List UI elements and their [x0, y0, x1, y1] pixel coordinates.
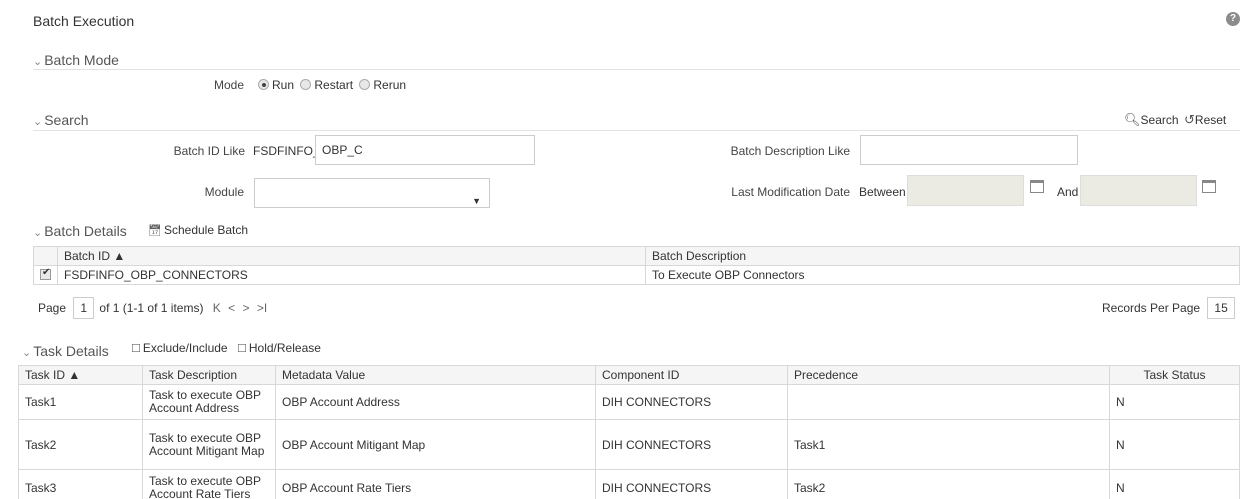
records-per-page: Records Per Page 15: [1102, 297, 1235, 319]
radio-icon: [300, 79, 312, 90]
checkbox-checked-icon: [40, 267, 51, 280]
column-header-task-description[interactable]: Task Description: [142, 365, 276, 385]
radio-icon: [258, 79, 269, 90]
task-description-cell: Task to execute OBP Account Mitigant Map: [142, 419, 276, 470]
module-label: Module: [204, 185, 244, 199]
metadata-value-cell: OBP Account Address: [275, 384, 596, 420]
precedence-cell: [787, 384, 1110, 420]
table-row[interactable]: Task1 Task to execute OBP Account Addres…: [18, 384, 1240, 420]
date-to-input[interactable]: [1080, 175, 1197, 206]
batch-id-cell: FSDFINFO_OBP_CONNECTORS: [57, 265, 646, 285]
select-column-header: [33, 246, 58, 266]
column-header-precedence[interactable]: Precedence: [787, 365, 1110, 385]
records-per-page-input[interactable]: 15: [1207, 297, 1235, 319]
reset-button[interactable]: ↺Reset: [1184, 112, 1226, 128]
search-icon: 🔍︎: [1124, 112, 1141, 127]
hold-release-button[interactable]: ☐ Hold/Release: [237, 341, 321, 355]
first-page-icon[interactable]: K: [213, 301, 221, 315]
task-description-cell: Task to execute OBP Account Address: [142, 384, 276, 420]
batch-id-prefix: FSDFINFO_: [253, 144, 320, 158]
reset-icon: ↺: [1184, 112, 1195, 127]
column-header-batch-id[interactable]: Batch ID ▲: [57, 246, 646, 266]
page-title: Batch Execution: [33, 13, 135, 29]
batch-details-section-header[interactable]: ⌄ Batch Details: [33, 223, 127, 239]
batch-description-input[interactable]: [860, 135, 1078, 165]
schedule-icon: 📅︎: [148, 225, 162, 237]
mode-radio-group: Run Restart Rerun: [258, 78, 406, 92]
chevron-down-icon: ⌄: [33, 116, 43, 128]
divider: [33, 69, 1240, 70]
task-id-cell: Task1: [18, 384, 143, 420]
schedule-batch-button[interactable]: 📅︎ Schedule Batch: [148, 223, 248, 237]
page-input[interactable]: 1: [73, 297, 95, 319]
calendar-icon[interactable]: [1030, 180, 1044, 193]
hold-icon: ☐: [237, 343, 247, 355]
mode-label: Mode: [213, 78, 244, 92]
task-description-cell: Task to execute OBP Account Rate Tiers: [142, 469, 276, 499]
and-label: And: [1057, 185, 1079, 199]
chevron-down-icon: ⌄: [33, 227, 43, 239]
page-label: Page: [38, 301, 67, 315]
divider: [33, 130, 1240, 131]
batch-description-label: Batch Description Like: [730, 144, 850, 158]
radio-icon: [359, 79, 371, 90]
task-table: Task ID ▲ Task Description Metadata Valu…: [18, 365, 1240, 499]
search-button[interactable]: 🔍︎Search: [1124, 112, 1179, 128]
column-header-metadata-value[interactable]: Metadata Value: [275, 365, 596, 385]
batch-mode-section-header[interactable]: ⌄ Batch Mode: [33, 52, 119, 68]
task-details-section-header[interactable]: ⌄ Task Details: [22, 343, 109, 359]
table-row[interactable]: FSDFINFO_OBP_CONNECTORS To Execute OBP C…: [33, 265, 1240, 285]
row-checkbox[interactable]: [33, 265, 58, 285]
table-row[interactable]: Task2 Task to execute OBP Account Mitiga…: [18, 419, 1240, 470]
metadata-value-cell: OBP Account Rate Tiers: [275, 469, 596, 499]
pager: Page 1 of 1 (1-1 of 1 items) K < > >I: [38, 297, 267, 319]
precedence-cell: Task2: [787, 469, 1110, 499]
dropdown-arrow-icon: ▼: [472, 196, 481, 206]
batch-id-input[interactable]: [315, 135, 535, 165]
date-from-input[interactable]: [907, 175, 1024, 206]
exclude-include-button[interactable]: ☐ Exclude/Include: [131, 341, 228, 355]
task-id-cell: Task3: [18, 469, 143, 499]
help-icon[interactable]: ?: [1226, 12, 1240, 26]
prev-page-icon[interactable]: <: [228, 301, 235, 315]
last-page-icon[interactable]: >I: [257, 301, 267, 315]
next-page-icon[interactable]: >: [243, 301, 250, 315]
module-select[interactable]: ▼: [254, 178, 490, 208]
radio-restart[interactable]: Restart: [300, 78, 353, 92]
metadata-value-cell: OBP Account Mitigant Map: [275, 419, 596, 470]
batch-description-cell: To Execute OBP Connectors: [645, 265, 1240, 285]
task-status-cell: N: [1109, 469, 1240, 499]
column-header-task-id[interactable]: Task ID ▲: [18, 365, 143, 385]
column-header-batch-description[interactable]: Batch Description: [645, 246, 1240, 266]
table-row[interactable]: Task3 Task to execute OBP Account Rate T…: [18, 469, 1240, 499]
task-status-cell: N: [1109, 419, 1240, 470]
exclude-icon: ☐: [131, 343, 141, 355]
radio-run[interactable]: Run: [258, 78, 294, 92]
component-id-cell: DIH CONNECTORS: [595, 419, 788, 470]
component-id-cell: DIH CONNECTORS: [595, 384, 788, 420]
search-section-header[interactable]: ⌄ Search: [33, 112, 89, 128]
between-label: Between: [859, 185, 906, 199]
task-status-cell: N: [1109, 384, 1240, 420]
batch-mode-label: Batch Mode: [44, 52, 119, 68]
page-info: of 1 (1-1 of 1 items): [99, 301, 204, 315]
radio-rerun[interactable]: Rerun: [359, 78, 406, 92]
batch-details-label: Batch Details: [44, 223, 127, 239]
task-details-label: Task Details: [33, 343, 109, 359]
precedence-cell: Task1: [787, 419, 1110, 470]
last-modification-label: Last Modification Date: [731, 185, 850, 199]
chevron-down-icon: ⌄: [22, 347, 32, 359]
column-header-task-status[interactable]: Task Status: [1109, 365, 1240, 385]
search-label: Search: [44, 112, 89, 128]
calendar-icon[interactable]: [1202, 180, 1216, 193]
batch-table: Batch ID ▲ Batch Description FSDFINFO_OB…: [33, 246, 1240, 285]
records-per-page-label: Records Per Page: [1102, 301, 1201, 315]
component-id-cell: DIH CONNECTORS: [595, 469, 788, 499]
chevron-down-icon: ⌄: [33, 56, 43, 68]
task-id-cell: Task2: [18, 419, 143, 470]
column-header-component-id[interactable]: Component ID: [595, 365, 788, 385]
batch-id-label: Batch ID Like: [173, 144, 245, 158]
